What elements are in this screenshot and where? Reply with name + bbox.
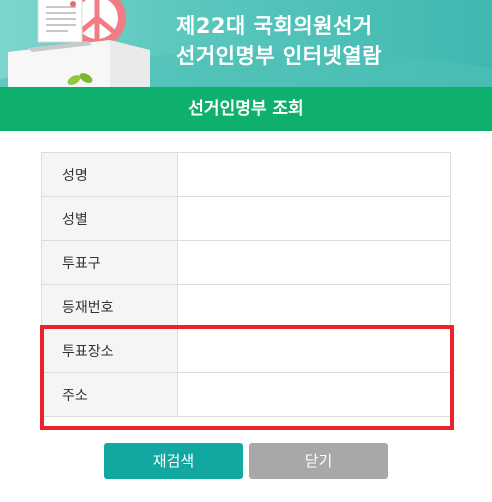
title-line-1: 제22대 국회의원선거 (176, 14, 373, 38)
title-line-2: 선거인명부 인터넷열람 (176, 44, 383, 68)
field-label-gender: 성별 (41, 196, 178, 241)
ballot-box-illustration (8, 0, 150, 87)
field-label-name: 성명 (41, 152, 178, 197)
close-button[interactable]: 닫기 (249, 443, 388, 479)
table-row: 성명 (41, 152, 451, 197)
field-value-gender (177, 196, 451, 241)
field-value-registration-number (177, 284, 451, 329)
table-row: 투표구 (41, 240, 451, 285)
section-title: 선거인명부 조회 (188, 99, 304, 119)
table-row: 성별 (41, 196, 451, 241)
research-button[interactable]: 재검색 (104, 443, 243, 479)
field-label-precinct: 투표구 (41, 240, 178, 285)
highlight-box (40, 325, 454, 430)
field-label-registration-number: 등재번호 (41, 284, 178, 329)
table-row: 등재번호 (41, 284, 451, 329)
page-title: 제22대 국회의원선거 선거인명부 인터넷열람 (176, 11, 382, 71)
field-value-name (177, 152, 451, 197)
section-title-bar: 선거인명부 조회 (0, 87, 492, 131)
field-value-precinct (177, 240, 451, 285)
header-banner: 제22대 국회의원선거 선거인명부 인터넷열람 (0, 0, 492, 87)
